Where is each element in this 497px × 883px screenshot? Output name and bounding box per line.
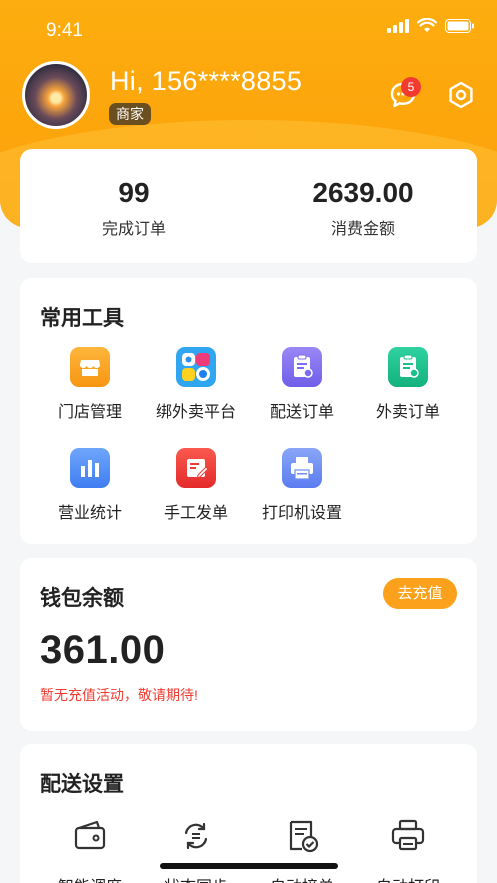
wallet-card: 钱包余额 去充值 361.00 暂无充值活动，敬请期待! <box>20 558 477 731</box>
home-indicator[interactable] <box>160 863 338 869</box>
wallet-note: 暂无充值活动，敬请期待! <box>40 687 198 703</box>
bar-chart-icon <box>70 448 110 488</box>
wifi-icon <box>417 18 437 32</box>
delivery-auto-print[interactable]: 自动打印 <box>353 816 463 883</box>
settings-hexagon-icon <box>449 81 473 109</box>
delivery-smart-dispatch[interactable]: 智能调度 <box>35 816 145 883</box>
sync-icon <box>184 822 208 850</box>
user-greeting: Hi, 156****8855 <box>110 66 303 96</box>
signal-icon <box>387 18 409 33</box>
tool-label: 手工发单 <box>163 505 228 522</box>
top-up-button[interactable]: 去充值 <box>383 578 457 609</box>
section-title: 钱包余额 <box>40 587 124 610</box>
tool-label: 绑外卖平台 <box>155 404 236 421</box>
delivery-item-label: 自动接单 <box>247 873 357 883</box>
wallet-icon <box>74 820 106 850</box>
delivery-auto-accept[interactable]: 自动接单 <box>247 816 357 883</box>
settings-button[interactable] <box>446 80 476 110</box>
delivery-order-icon <box>282 347 322 387</box>
stat-label: 完成订单 <box>101 221 166 238</box>
tool-business-stats[interactable]: 营业统计 <box>35 448 145 523</box>
auto-accept-icon <box>289 820 319 853</box>
tool-label: 配送订单 <box>269 404 334 421</box>
message-count-badge: 5 <box>401 77 421 97</box>
tool-label: 门店管理 <box>57 404 122 421</box>
platform-bind-icon <box>176 347 216 387</box>
status-bar: 9:41 <box>0 0 497 56</box>
stat-value: 99 <box>118 177 150 208</box>
printer-icon <box>282 448 322 488</box>
tool-label: 营业统计 <box>57 505 122 522</box>
section-title: 配送设置 <box>40 773 124 796</box>
completed-orders-stat[interactable]: 99 完成订单 <box>20 177 248 239</box>
avatar[interactable] <box>22 61 90 129</box>
tool-printer-settings[interactable]: 打印机设置 <box>247 448 357 523</box>
printer-icon <box>391 819 425 851</box>
tool-label: 打印机设置 <box>261 505 342 522</box>
delivery-status-sync[interactable]: 状态同步 <box>141 816 251 883</box>
tool-takeout-orders[interactable]: 外卖订单 <box>353 347 463 422</box>
tool-delivery-orders[interactable]: 配送订单 <box>247 347 357 422</box>
store-icon <box>70 347 110 387</box>
section-title: 常用工具 <box>40 307 124 330</box>
consumption-amount-stat[interactable]: 2639.00 消费金额 <box>249 177 477 239</box>
manual-order-icon <box>176 448 216 488</box>
common-tools-card: 常用工具 门店管理 绑外卖平台 配送订单 外卖订单 营业统计 手工发单 打印机设… <box>20 278 477 544</box>
stat-label: 消费金额 <box>330 221 395 238</box>
delivery-item-label: 自动打印 <box>353 873 463 883</box>
stats-card: 99 完成订单 2639.00 消费金额 <box>20 149 477 263</box>
stat-value: 2639.00 <box>312 177 414 208</box>
delivery-item-label: 智能调度 <box>35 873 145 883</box>
delivery-item-label: 状态同步 <box>141 873 251 883</box>
role-badge: 商家 <box>109 103 151 125</box>
battery-icon <box>445 18 474 33</box>
takeout-order-icon <box>388 347 428 387</box>
tool-label: 外卖订单 <box>375 404 440 421</box>
tool-manual-order[interactable]: 手工发单 <box>141 448 251 523</box>
status-time: 9:41 <box>46 20 83 41</box>
tool-bind-platform[interactable]: 绑外卖平台 <box>141 347 251 422</box>
wallet-balance: 361.00 <box>40 628 166 672</box>
tool-store-management[interactable]: 门店管理 <box>35 347 145 422</box>
